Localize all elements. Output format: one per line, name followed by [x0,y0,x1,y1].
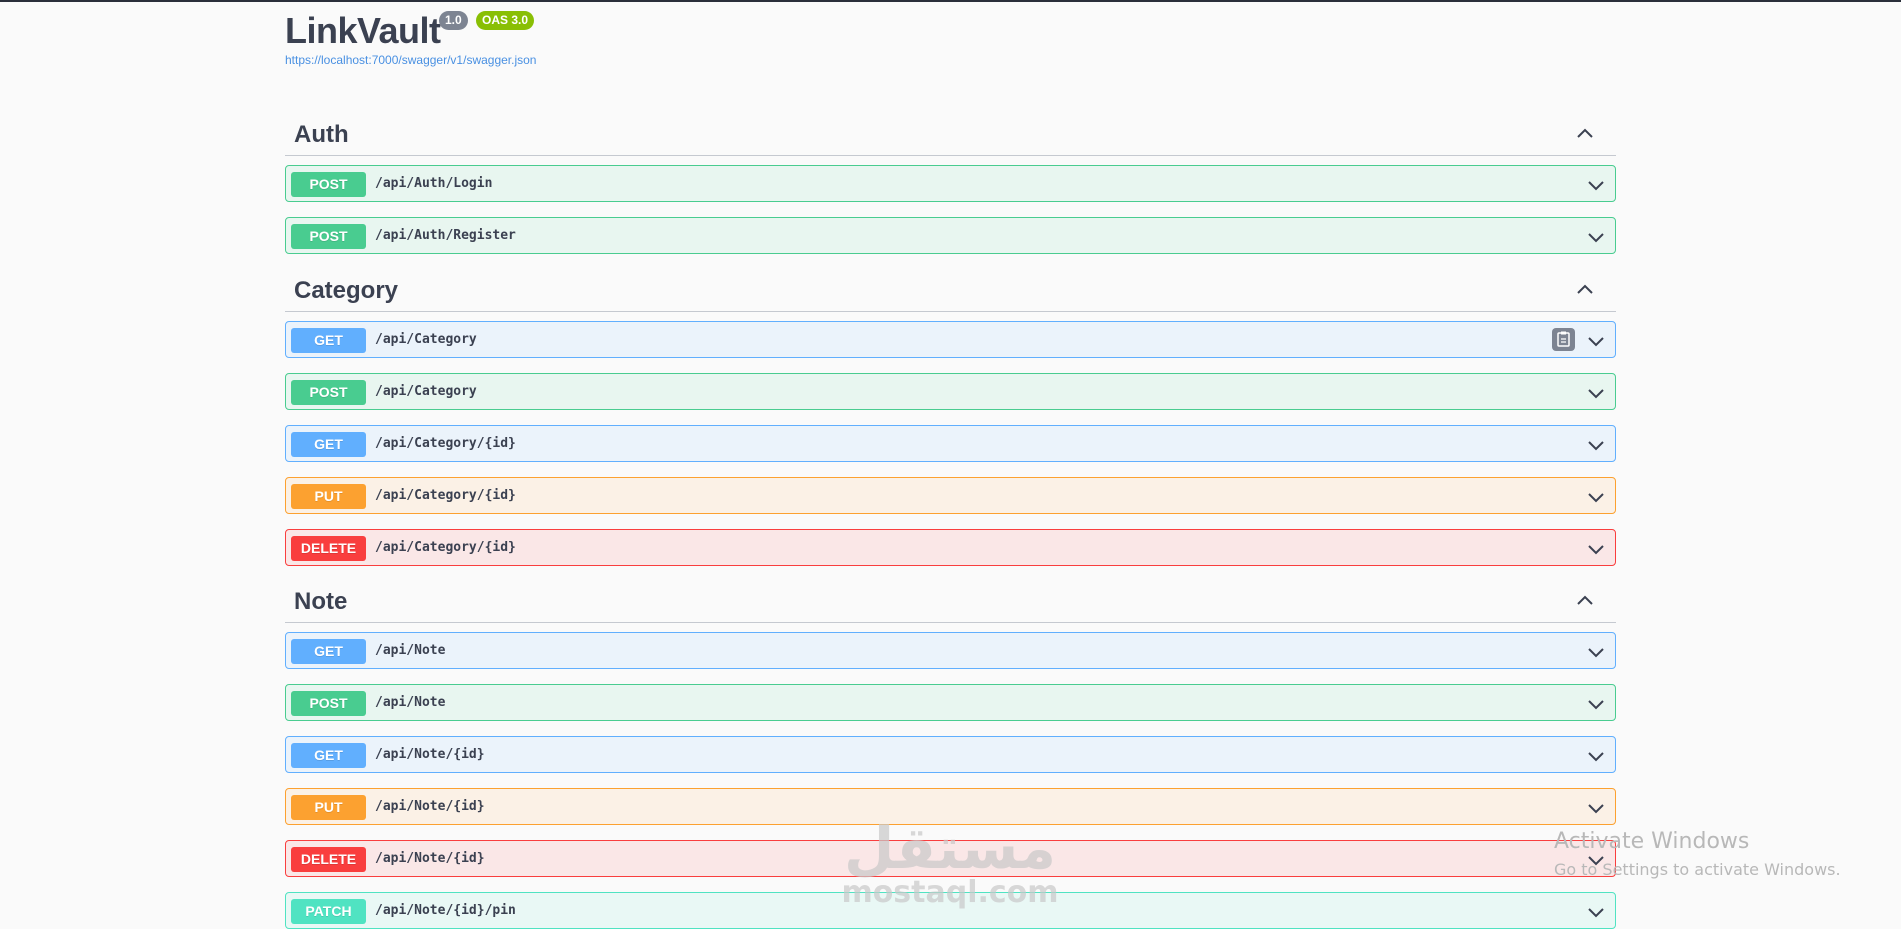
operation-path: /api/Note/{id} [375,747,485,762]
operation-get-category[interactable]: GET /api/Category [285,321,1616,358]
operation-path: /api/Note/{id} [375,851,485,866]
operation-get-category-id[interactable]: GET /api/Category/{id} [285,425,1616,462]
copy-to-clipboard-button[interactable] [1552,328,1575,351]
chevron-down-icon[interactable] [1587,747,1605,765]
api-title: LinkVault [285,10,441,51]
tag-header-auth[interactable]: Auth [285,113,1616,156]
chevron-down-icon[interactable] [1587,228,1605,246]
operation-path: /api/Category [375,332,477,347]
method-badge: PUT [291,484,366,509]
chevron-down-icon[interactable] [1587,643,1605,661]
method-badge: GET [291,743,366,768]
method-badge: PATCH [291,899,366,924]
operation-path: /api/Note/{id}/pin [375,903,516,918]
tag-name: Auth [294,121,349,148]
operation-put-note-id[interactable]: PUT /api/Note/{id} [285,788,1616,825]
method-badge: POST [291,224,366,249]
operation-put-category-id[interactable]: PUT /api/Category/{id} [285,477,1616,514]
clipboard-icon [1557,331,1570,347]
chevron-down-icon[interactable] [1587,903,1605,921]
operation-patch-note-id-pin[interactable]: PATCH /api/Note/{id}/pin [285,892,1616,929]
operation-post-category[interactable]: POST /api/Category [285,373,1616,410]
tag-name: Category [294,277,399,304]
operation-path: /api/Auth/Register [375,228,516,243]
operation-path: /api/Note/{id} [375,799,485,814]
tag-header-note[interactable]: Note [285,580,1616,623]
operation-get-note[interactable]: GET /api/Note [285,632,1616,669]
operation-path: /api/Auth/Login [375,176,493,191]
method-badge: DELETE [291,536,366,561]
method-badge: GET [291,432,366,457]
activation-subtitle: Go to Settings to activate Windows. [1554,860,1841,879]
operation-get-note-id[interactable]: GET /api/Note/{id} [285,736,1616,773]
operation-path: /api/Category/{id} [375,436,516,451]
tag-name: Note [294,588,348,615]
method-badge: GET [291,639,366,664]
chevron-down-icon[interactable] [1587,176,1605,194]
operation-path: /api/Category/{id} [375,540,516,555]
method-badge: DELETE [291,847,366,872]
chevron-up-icon[interactable] [1576,592,1594,610]
operation-delete-note-id[interactable]: DELETE /api/Note/{id} [285,840,1616,877]
operation-post-auth-login[interactable]: POST /api/Auth/Login [285,165,1616,202]
tag-header-category[interactable]: Category [285,269,1616,312]
chevron-down-icon[interactable] [1587,332,1605,350]
operation-path: /api/Note [375,643,446,658]
api-info: LinkVault 1.0 OAS 3.0 https://localhost:… [285,2,1616,122]
operation-path: /api/Category/{id} [375,488,516,503]
chevron-down-icon[interactable] [1587,540,1605,558]
activation-title: Activate Windows [1554,829,1750,854]
method-badge: POST [291,691,366,716]
operation-post-auth-register[interactable]: POST /api/Auth/Register [285,217,1616,254]
operation-path: /api/Category [375,384,477,399]
version-badge: 1.0 [439,11,468,30]
operation-delete-category-id[interactable]: DELETE /api/Category/{id} [285,529,1616,566]
chevron-down-icon[interactable] [1587,436,1605,454]
operation-path: /api/Note [375,695,446,710]
swagger-json-link[interactable]: https://localhost:7000/swagger/v1/swagge… [285,53,536,67]
oas-badge: OAS 3.0 [476,11,535,30]
chevron-down-icon[interactable] [1587,488,1605,506]
chevron-up-icon[interactable] [1576,281,1594,299]
chevron-down-icon[interactable] [1587,384,1605,402]
method-badge: POST [291,380,366,405]
chevron-up-icon[interactable] [1576,125,1594,143]
windows-activation-notice: Activate Windows Go to Settings to activ… [1554,829,1841,879]
method-badge: POST [291,172,366,197]
method-badge: GET [291,328,366,353]
method-badge: PUT [291,795,366,820]
chevron-down-icon[interactable] [1587,695,1605,713]
swagger-ui: LinkVault 1.0 OAS 3.0 https://localhost:… [285,2,1616,929]
operation-post-note[interactable]: POST /api/Note [285,684,1616,721]
chevron-down-icon[interactable] [1587,799,1605,817]
